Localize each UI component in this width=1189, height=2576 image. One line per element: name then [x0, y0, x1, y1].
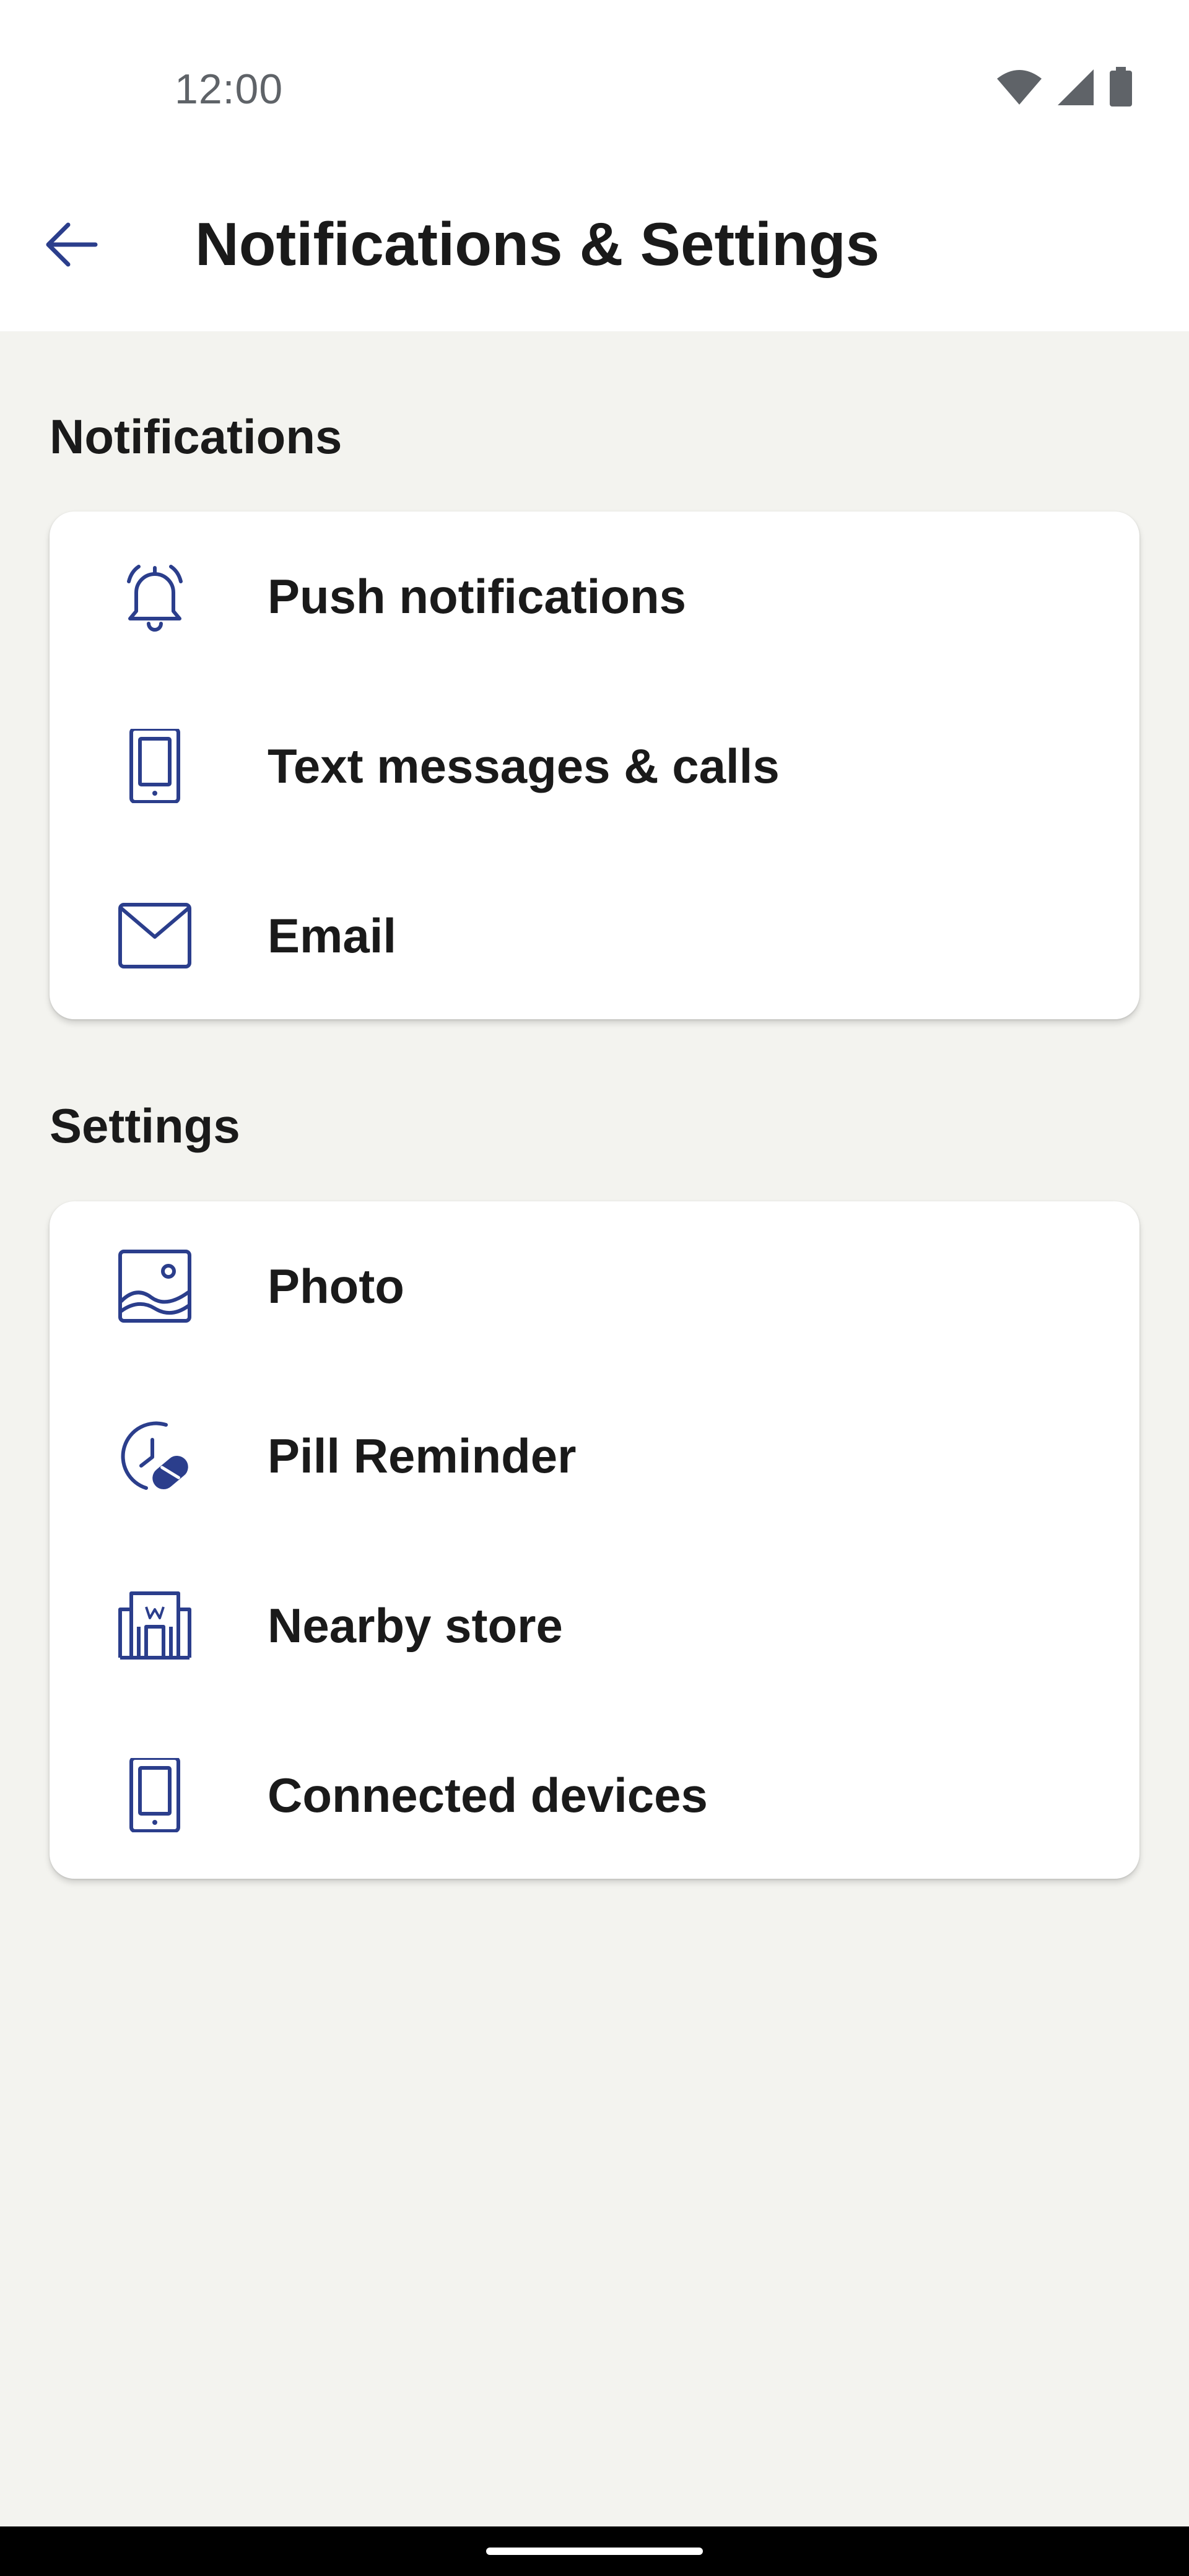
- list-item-photo[interactable]: Photo: [50, 1201, 1139, 1371]
- list-item-label: Text messages & calls: [268, 739, 780, 793]
- clock-pill-icon: [118, 1419, 192, 1493]
- wifi-icon: [996, 69, 1043, 106]
- list-item-email[interactable]: Email: [50, 851, 1139, 1019]
- battery-icon: [1108, 67, 1133, 108]
- notifications-card: Push notifications Text messages & calls…: [50, 511, 1139, 1019]
- system-navigation-bar: [0, 2526, 1189, 2576]
- smartphone-icon: [118, 1758, 192, 1832]
- store-icon: [118, 1588, 192, 1663]
- envelope-icon: [118, 899, 192, 973]
- section-title-notifications: Notifications: [50, 409, 342, 464]
- arrow-left-icon: [43, 220, 99, 269]
- list-item-pill-reminder[interactable]: Pill Reminder: [50, 1371, 1139, 1541]
- list-item-label: Connected devices: [268, 1768, 708, 1822]
- home-indicator[interactable]: [486, 2548, 703, 2555]
- list-item-text-messages-calls[interactable]: Text messages & calls: [50, 681, 1139, 851]
- list-item-label: Pill Reminder: [268, 1429, 577, 1483]
- status-icons: [996, 67, 1133, 108]
- cellular-signal-icon: [1056, 68, 1095, 107]
- smartphone-icon: [118, 729, 192, 803]
- list-item-label: Nearby store: [268, 1598, 563, 1653]
- status-time: 12:00: [175, 66, 284, 113]
- image-icon: [118, 1249, 192, 1323]
- settings-card: Photo Pill Reminder Nearby store Connect…: [50, 1201, 1139, 1879]
- list-item-push-notifications[interactable]: Push notifications: [50, 511, 1139, 681]
- list-item-label: Photo: [268, 1259, 404, 1313]
- status-bar: 12:00: [0, 0, 1189, 180]
- page-title: Notifications & Settings: [195, 210, 880, 278]
- list-item-nearby-store[interactable]: Nearby store: [50, 1541, 1139, 1710]
- list-item-connected-devices[interactable]: Connected devices: [50, 1710, 1139, 1879]
- bell-icon: [118, 559, 192, 633]
- section-title-settings: Settings: [50, 1099, 240, 1153]
- back-button[interactable]: [37, 211, 105, 279]
- list-item-label: Email: [268, 908, 397, 963]
- app-bar: Notifications & Settings: [0, 180, 1189, 331]
- list-item-label: Push notifications: [268, 569, 687, 624]
